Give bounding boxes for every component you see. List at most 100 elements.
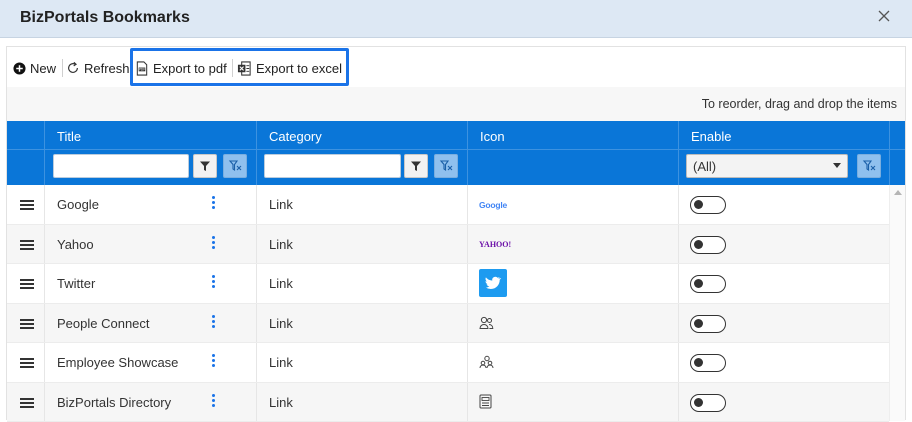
toolbar: New Refresh PDF Export to pdf	[7, 47, 905, 87]
title-cell: Yahoo	[44, 225, 256, 264]
category-cell: Link	[256, 225, 467, 264]
row-title: Twitter	[57, 276, 95, 291]
filter-icon	[410, 160, 422, 172]
row-title: BizPortals Directory	[57, 395, 171, 410]
row-title: Google	[57, 197, 99, 212]
row-category: Link	[269, 237, 293, 252]
icon-cell	[467, 343, 678, 382]
new-button[interactable]: New	[13, 59, 56, 77]
enable-toggle[interactable]	[690, 315, 726, 333]
enable-cell	[678, 185, 889, 224]
enable-toggle[interactable]	[690, 394, 726, 412]
category-cell: Link	[256, 185, 467, 224]
drag-handle-icon[interactable]	[20, 240, 34, 250]
title-cell: BizPortals Directory	[44, 383, 256, 422]
column-header-enable[interactable]: Enable (All)	[678, 121, 889, 185]
column-header-category[interactable]: Category	[256, 121, 467, 185]
column-icon-label: Icon	[480, 129, 505, 144]
row-title: Yahoo	[57, 237, 94, 252]
category-clear-filter-button[interactable]	[434, 154, 458, 178]
refresh-button[interactable]: Refresh	[66, 59, 130, 77]
refresh-icon	[66, 61, 80, 75]
table-row[interactable]: Twitter Link	[7, 264, 889, 304]
more-options-icon[interactable]	[210, 354, 216, 370]
filter-icon	[199, 160, 211, 172]
toolbar-divider	[62, 59, 63, 77]
more-options-icon[interactable]	[210, 275, 216, 291]
add-circle-icon	[13, 62, 26, 75]
column-header-icon[interactable]: Icon	[467, 121, 678, 185]
drag-handle-icon[interactable]	[20, 398, 34, 408]
row-title: Employee Showcase	[57, 355, 178, 370]
reorder-hint: To reorder, drag and drop the items	[702, 97, 897, 111]
category-cell: Link	[256, 304, 467, 343]
yahoo-logo-text: YAHOO!	[479, 240, 511, 249]
more-options-icon[interactable]	[210, 315, 216, 331]
icon-cell	[467, 304, 678, 343]
icon-cell: YAHOO!	[467, 225, 678, 264]
category-cell: Link	[256, 343, 467, 382]
column-title-label: Title	[57, 129, 81, 144]
enable-clear-filter-button[interactable]	[857, 154, 881, 178]
title-filter-input[interactable]	[53, 154, 189, 178]
clear-filter-icon	[862, 159, 876, 173]
title-filter-button[interactable]	[193, 154, 217, 178]
more-options-icon[interactable]	[210, 394, 216, 410]
drag-handle-icon[interactable]	[20, 319, 34, 329]
table-row[interactable]: Employee Showcase Link	[7, 343, 889, 383]
table-row[interactable]: Yahoo Link YAHOO!	[7, 225, 889, 265]
vertical-scrollbar[interactable]	[889, 185, 905, 421]
enable-filter-value: (All)	[693, 159, 716, 174]
more-options-icon[interactable]	[210, 196, 216, 212]
dialog-titlebar: BizPortals Bookmarks	[0, 0, 912, 38]
drag-handle-icon[interactable]	[20, 358, 34, 368]
chevron-down-icon	[833, 163, 841, 168]
table-row[interactable]: People Connect Link	[7, 304, 889, 344]
close-icon[interactable]	[876, 8, 892, 24]
title-cell: People Connect	[44, 304, 256, 343]
clear-filter-icon	[439, 159, 453, 173]
drag-handle-icon[interactable]	[20, 279, 34, 289]
icon-cell	[467, 264, 678, 303]
more-options-icon[interactable]	[210, 236, 216, 252]
enable-cell	[678, 383, 889, 422]
row-category: Link	[269, 395, 293, 410]
employee-showcase-icon	[479, 355, 494, 369]
column-header-title[interactable]: Title	[44, 121, 256, 185]
enable-filter-select[interactable]: (All)	[686, 154, 848, 178]
table-row[interactable]: BizPortals Directory Link	[7, 383, 889, 422]
clear-filter-icon	[228, 159, 242, 173]
reorder-hint-bar: To reorder, drag and drop the items	[7, 87, 905, 121]
enable-cell	[678, 225, 889, 264]
title-cell: Twitter	[44, 264, 256, 303]
row-category: Link	[269, 276, 293, 291]
column-enable-label: Enable	[691, 129, 731, 144]
title-cell: Google	[44, 185, 256, 224]
google-logo-text: Google	[479, 200, 507, 210]
scroll-up-arrow-icon[interactable]	[894, 190, 902, 195]
icon-cell	[467, 383, 678, 422]
bookmarks-panel: New Refresh PDF Export to pdf	[6, 46, 906, 420]
table-row[interactable]: Google Link Google	[7, 185, 889, 225]
row-category: Link	[269, 197, 293, 212]
title-clear-filter-button[interactable]	[223, 154, 247, 178]
column-category-label: Category	[269, 129, 322, 144]
category-filter-button[interactable]	[404, 154, 428, 178]
enable-cell	[678, 264, 889, 303]
google-logo-icon: Google	[479, 195, 507, 213]
enable-cell	[678, 304, 889, 343]
category-filter-input[interactable]	[264, 154, 401, 178]
header-scroll-spacer	[889, 121, 905, 185]
people-icon	[479, 316, 494, 330]
row-category: Link	[269, 355, 293, 370]
enable-toggle[interactable]	[690, 275, 726, 293]
dialog-title: BizPortals Bookmarks	[20, 9, 190, 27]
grid-body: Google Link Google Yahoo Link	[7, 185, 889, 422]
enable-toggle[interactable]	[690, 236, 726, 254]
new-label: New	[30, 61, 56, 76]
title-cell: Employee Showcase	[44, 343, 256, 382]
drag-handle-icon[interactable]	[20, 200, 34, 210]
enable-toggle[interactable]	[690, 196, 726, 214]
enable-toggle[interactable]	[690, 354, 726, 372]
category-cell: Link	[256, 383, 467, 422]
